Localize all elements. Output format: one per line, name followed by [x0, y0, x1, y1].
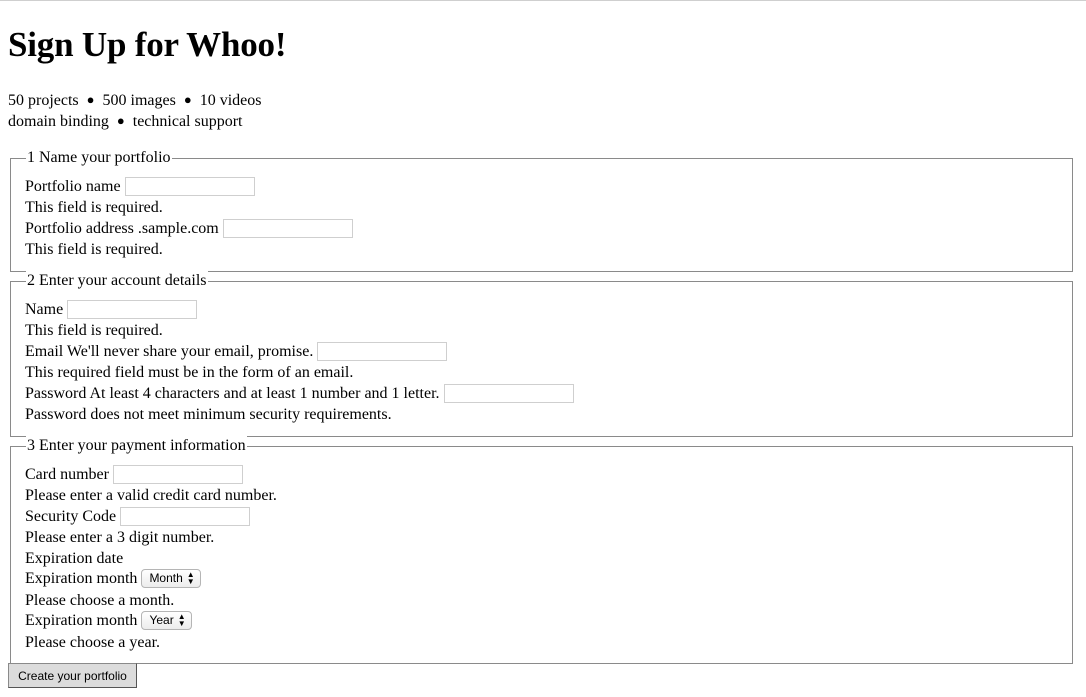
card-number-error: Please enter a valid credit card number.	[25, 487, 277, 504]
portfolio-legend: 1 Name your portfolio	[26, 148, 172, 168]
top-border	[0, 0, 1086, 1]
email-row: Email We'll never share your email, prom…	[25, 341, 448, 362]
portfolio-address-input[interactable]	[222, 218, 353, 238]
card-number-label: Card number	[25, 466, 109, 483]
portfolio-name-row: Portfolio name	[25, 176, 255, 197]
feature-projects: 50 projects	[8, 92, 79, 109]
create-portfolio-button[interactable]: Create your portfolio	[8, 663, 137, 688]
expiration-date-heading: Expiration date	[25, 550, 124, 567]
email-input[interactable]	[317, 341, 448, 361]
portfolio-address-label: Portfolio address .sample.com	[25, 220, 219, 237]
account-name-input[interactable]	[67, 299, 198, 319]
feature-images: 500 images	[102, 92, 176, 109]
feature-line-1: 50 projects ● 500 images ● 10 videos	[8, 90, 261, 111]
feature-technical-support: technical support	[132, 113, 243, 130]
account-name-row: Name	[25, 299, 198, 320]
month-select[interactable]: Month ▲ ▼	[141, 568, 201, 588]
portfolio-name-label: Portfolio name	[25, 178, 121, 195]
account-fieldset: 2 Enter your account details Name This f…	[10, 271, 1073, 437]
account-name-error: This field is required.	[25, 322, 163, 339]
page-title: Sign Up for Whoo!	[8, 25, 287, 64]
email-label: Email We'll never share your email, prom…	[25, 343, 314, 360]
payment-legend: 3 Enter your payment information	[26, 436, 247, 456]
password-error: Password does not meet minimum security …	[25, 406, 392, 423]
security-code-row: Security Code	[25, 506, 251, 527]
card-number-input[interactable]	[112, 464, 243, 484]
select-arrows-icon: ▲ ▼	[186, 570, 195, 587]
bullet-separator: ●	[86, 92, 95, 107]
account-name-label: Name	[25, 301, 64, 318]
year-select-value: Year	[149, 612, 174, 627]
year-select[interactable]: Year ▲ ▼	[141, 610, 192, 630]
feature-domain-binding: domain binding	[8, 113, 109, 130]
portfolio-fieldset: 1 Name your portfolio Portfolio name Thi…	[10, 148, 1073, 272]
expiration-month-label: Expiration month	[25, 570, 138, 587]
expiration-year-label: Expiration month	[25, 612, 138, 629]
portfolio-name-input[interactable]	[124, 176, 255, 196]
portfolio-address-error: This field is required.	[25, 241, 163, 258]
portfolio-address-row: Portfolio address .sample.com	[25, 218, 353, 239]
feature-videos: 10 videos	[199, 92, 262, 109]
security-code-label: Security Code	[25, 508, 117, 525]
email-error: This required field must be in the form …	[25, 364, 354, 381]
payment-fieldset: 3 Enter your payment information Card nu…	[10, 436, 1073, 664]
portfolio-name-error: This field is required.	[25, 199, 163, 216]
bullet-separator: ●	[116, 113, 125, 128]
password-input[interactable]	[443, 383, 574, 403]
feature-list: 50 projects ● 500 images ● 10 videos domain …	[8, 90, 261, 132]
expiration-month-row: Expiration month Month ▲ ▼	[25, 568, 201, 589]
password-label: Password At least 4 characters and at le…	[25, 385, 440, 402]
account-legend: 2 Enter your account details	[26, 271, 208, 291]
expiration-month-error: Please choose a month.	[25, 592, 175, 609]
security-code-error: Please enter a 3 digit number.	[25, 529, 215, 546]
feature-line-2: domain binding ● technical support	[8, 111, 261, 132]
select-arrows-icon: ▲ ▼	[177, 612, 186, 629]
password-row: Password At least 4 characters and at le…	[25, 383, 574, 404]
card-number-row: Card number	[25, 464, 243, 485]
bullet-separator: ●	[183, 92, 192, 107]
expiration-year-error: Please choose a year.	[25, 634, 161, 651]
security-code-input[interactable]	[120, 506, 251, 526]
month-select-value: Month	[149, 570, 183, 585]
expiration-year-row: Expiration month Year ▲ ▼	[25, 610, 192, 631]
